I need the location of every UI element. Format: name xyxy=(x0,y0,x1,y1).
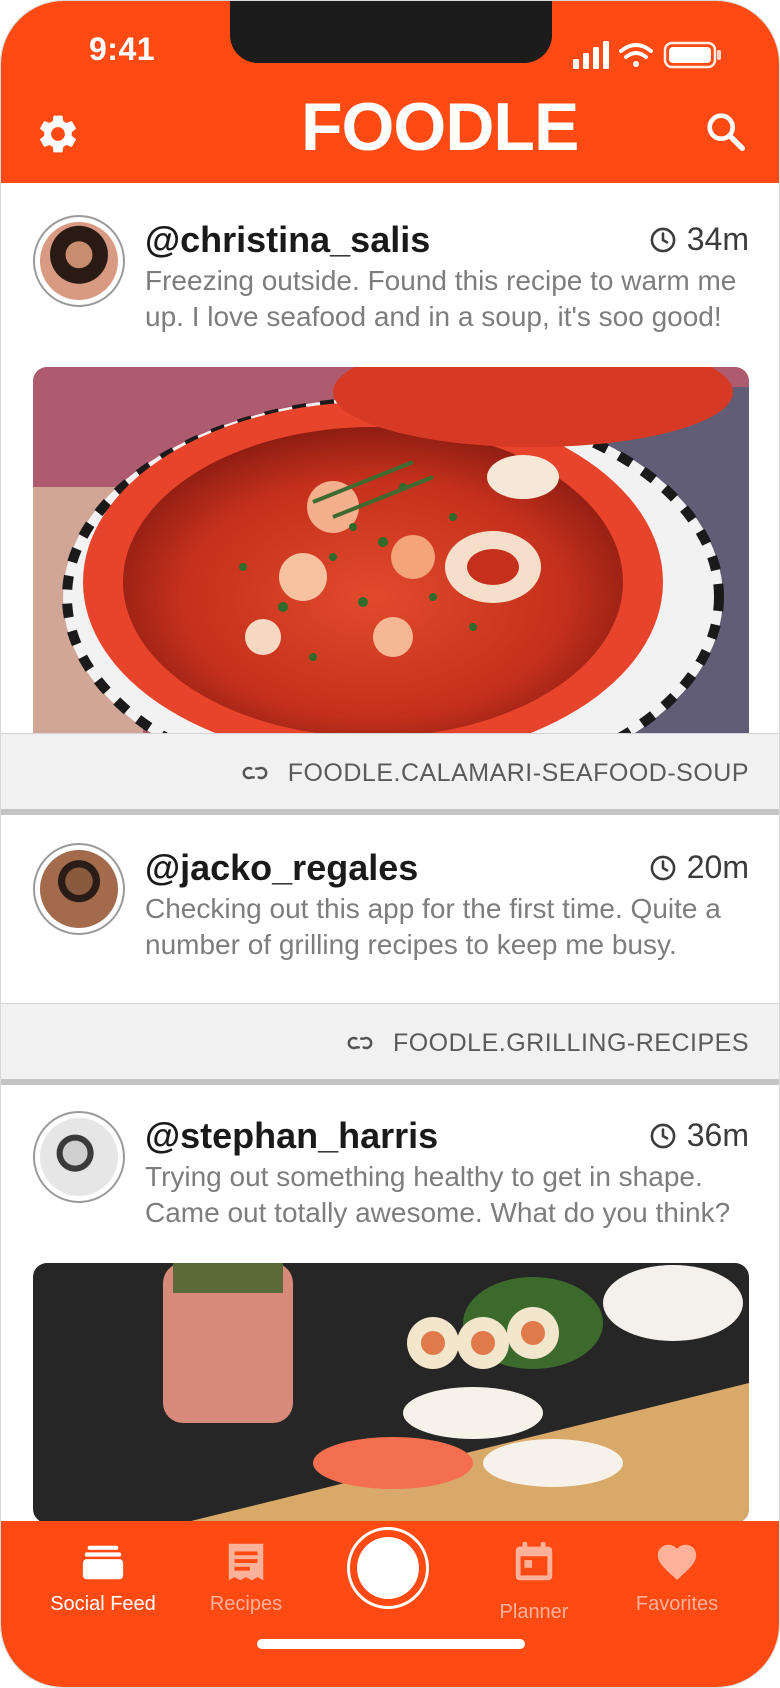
app-logo: FOODLE xyxy=(301,87,579,167)
calendar-icon xyxy=(515,1541,553,1581)
post-time: 34m xyxy=(649,221,749,258)
avatar-photo xyxy=(40,850,118,928)
recipe-link[interactable]: FOODLE.GRILLING-RECIPES xyxy=(345,1028,749,1058)
social-feed[interactable]: @christina_salis 34m Freezing outside. F… xyxy=(1,183,779,1521)
post-text: Freezing outside. Found this recipe to w… xyxy=(145,265,737,332)
avatar-photo xyxy=(40,1118,118,1196)
tab-favorites[interactable]: Favorites xyxy=(602,1539,752,1629)
avatar[interactable] xyxy=(33,1111,125,1203)
battery-icon xyxy=(663,41,721,69)
status-time: 9:41 xyxy=(89,31,156,67)
status-icons xyxy=(573,41,721,69)
center-action-button[interactable] xyxy=(347,1527,429,1609)
home-indicator xyxy=(257,1639,525,1649)
recipe-link-bar[interactable]: FOODLE.CALAMARI-SEAFOOD-SOUP xyxy=(1,733,779,815)
post-username[interactable]: @stephan_harris xyxy=(145,1115,438,1157)
wifi-icon xyxy=(619,43,653,67)
link-icon xyxy=(242,766,268,780)
center-action-dot xyxy=(357,1537,419,1599)
feed-post: @stephan_harris 36m Trying out something… xyxy=(1,1085,779,1521)
post-time-text: 20m xyxy=(686,849,749,885)
bottom-tab-bar: Social Feed Recipes Planner Favorites xyxy=(1,1521,779,1687)
post-time-text: 36m xyxy=(686,1117,749,1153)
post-text: Checking out this app for the first time… xyxy=(145,893,721,960)
post-time-text: 34m xyxy=(686,221,749,257)
recipe-icon xyxy=(228,1543,264,1581)
app-header: 9:41 FOODLE xyxy=(1,1,779,183)
tab-recipes[interactable]: Recipes xyxy=(171,1539,321,1629)
tab-label: Recipes xyxy=(209,1593,283,1615)
post-photo[interactable] xyxy=(33,1263,749,1521)
post-username[interactable]: @jacko_regales xyxy=(145,847,418,889)
recipe-link[interactable]: FOODLE.CALAMARI-SEAFOOD-SOUP xyxy=(240,758,749,788)
signal-icon xyxy=(573,41,609,69)
tab-planner[interactable]: Planner xyxy=(459,1539,609,1629)
avatar-photo xyxy=(40,222,118,300)
tab-social-feed[interactable]: Social Feed xyxy=(28,1539,178,1629)
search-icon[interactable] xyxy=(703,109,749,155)
clock-icon xyxy=(650,855,676,880)
feed-post: @jacko_regales 20m Checking out this app… xyxy=(1,815,779,985)
post-text: Trying out something healthy to get in s… xyxy=(145,1161,731,1228)
post-time: 36m xyxy=(649,1117,749,1154)
recipe-link-text[interactable]: FOODLE.CALAMARI-SEAFOOD-SOUP xyxy=(288,759,749,788)
post-time: 20m xyxy=(649,849,749,886)
avatar[interactable] xyxy=(33,843,125,935)
tab-label: Planner xyxy=(499,1601,569,1623)
seafood-soup-image xyxy=(33,367,749,759)
logo-text: FOODLE xyxy=(301,89,579,165)
gear-icon[interactable] xyxy=(35,111,81,157)
link-icon xyxy=(347,1036,373,1050)
tab-label: Favorites xyxy=(635,1593,719,1615)
recipe-link-text[interactable]: FOODLE.GRILLING-RECIPES xyxy=(393,1029,749,1058)
heart-icon xyxy=(657,1544,697,1580)
clock-icon xyxy=(650,1123,676,1148)
post-username[interactable]: @christina_salis xyxy=(145,219,430,261)
avatar[interactable] xyxy=(33,215,125,307)
post-photo[interactable] xyxy=(33,367,749,759)
camera-notch xyxy=(230,1,552,63)
sushi-image xyxy=(33,1263,749,1521)
clock-icon xyxy=(650,227,676,252)
recipe-link-bar[interactable]: FOODLE.GRILLING-RECIPES xyxy=(1,1003,779,1085)
feed-post: @christina_salis 34m Freezing outside. F… xyxy=(1,183,779,759)
feed-icon xyxy=(82,1545,124,1580)
phone-frame: 9:41 FOODLE @christina_salis 34m Freezin… xyxy=(0,0,780,1688)
tab-label: Social Feed xyxy=(50,1593,156,1615)
